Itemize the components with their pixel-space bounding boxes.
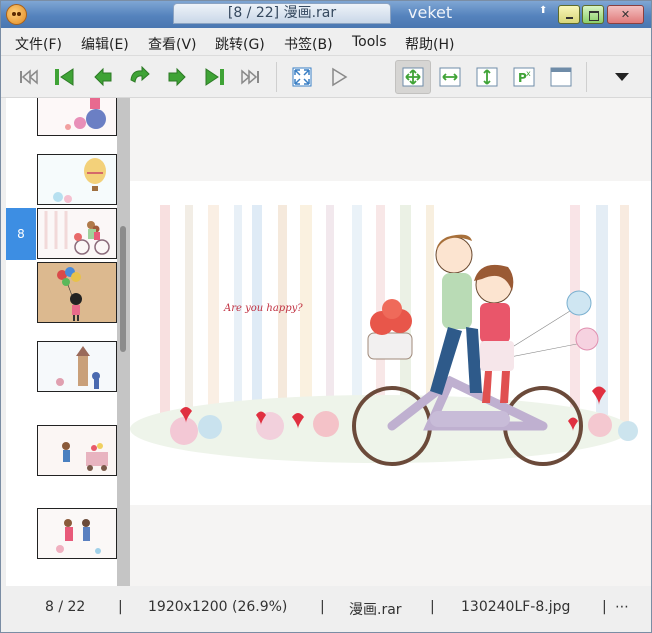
fit-width-icon [439, 67, 461, 87]
fit-height-icon [476, 67, 498, 87]
best-fit-button[interactable] [395, 60, 431, 94]
app-window: [8 / 22] 漫画.rar veket ⬆ 文件(F) 编辑(E) 查看(V… [0, 0, 652, 633]
thumbnail-image [37, 341, 117, 392]
thumbnail-sidebar[interactable]: 8 [6, 98, 130, 586]
fit-width-button[interactable] [434, 61, 466, 93]
title-bar[interactable]: [8 / 22] 漫画.rar veket ⬆ [1, 1, 651, 28]
menu-dropdown-icon [615, 73, 629, 81]
manual-zoom-icon: Px [513, 67, 535, 87]
status-archive-name: 漫画.rar [349, 602, 402, 618]
illustration-caption: Are you happy? [223, 303, 303, 314]
status-separator: | [118, 599, 123, 615]
status-bar: 8 / 22 | 1920x1200 (26.9%) | 漫画.rar | 13… [1, 588, 651, 632]
forward-button[interactable] [161, 61, 193, 93]
best-fit-icon [402, 67, 424, 87]
last-archive-icon [205, 68, 224, 86]
back-button[interactable] [87, 61, 119, 93]
fit-height-button[interactable] [471, 61, 503, 93]
thumbnail-item[interactable] [6, 341, 117, 393]
thumbnail-image [37, 508, 117, 559]
forward-icon [168, 67, 186, 87]
last-page-icon [241, 69, 259, 85]
fullscreen-icon [292, 67, 312, 87]
status-page-counter: 8 / 22 [45, 599, 86, 615]
manual-zoom-button[interactable]: Px [508, 61, 540, 93]
menu-bookmarks[interactable]: 书签(B) [284, 34, 333, 54]
image-viewer[interactable]: Are you happy? [130, 98, 651, 586]
menu-help[interactable]: 帮助(H) [405, 34, 454, 54]
menu-go[interactable]: 跳转(G) [215, 34, 265, 54]
menu-edit[interactable]: 编辑(E) [81, 34, 129, 54]
thumbnail-item[interactable] [6, 508, 117, 560]
thumbnail-item[interactable] [6, 154, 117, 206]
last-archive-button[interactable] [198, 61, 230, 93]
status-filename: 130240LF-8.jpg [461, 599, 571, 615]
sidebar-scrollbar-thumb[interactable] [120, 226, 126, 352]
toolbar-separator [276, 62, 277, 92]
page-image: Are you happy? [130, 181, 651, 505]
svg-text:x: x [526, 69, 531, 78]
shade-up-icon[interactable]: ⬆ [539, 5, 547, 16]
status-separator: | [602, 599, 607, 615]
fullscreen-button[interactable] [286, 61, 318, 93]
status-more[interactable]: ⋯ [615, 599, 629, 615]
back-icon [94, 67, 112, 87]
thumbnail-item[interactable] [6, 425, 117, 477]
thumbnail-item[interactable] [6, 98, 117, 138]
toolbar-separator [586, 62, 587, 92]
close-button[interactable] [607, 5, 644, 24]
app-name: veket [408, 3, 453, 22]
slideshow-button[interactable] [323, 61, 355, 93]
first-page-button[interactable] [13, 61, 45, 93]
thumbnail-image [37, 425, 117, 476]
maximize-button[interactable] [582, 5, 604, 24]
double-page-button[interactable] [545, 61, 577, 93]
menu-file[interactable]: 文件(F) [15, 34, 62, 54]
rotate-button[interactable] [124, 61, 156, 93]
first-archive-button[interactable] [49, 61, 81, 93]
first-page-icon [20, 69, 38, 85]
toolbar: Px [1, 56, 651, 98]
thumbnail-page-number: 8 [6, 208, 36, 260]
window-title: [8 / 22] 漫画.rar [173, 3, 391, 24]
thumbnail-image [37, 262, 117, 323]
rotate-icon [130, 66, 150, 83]
page-illustration: Are you happy? [130, 181, 651, 505]
thumbnail-image [37, 208, 117, 259]
status-separator: | [430, 599, 435, 615]
toolbar-overflow-button[interactable] [606, 61, 638, 93]
first-archive-icon [55, 68, 74, 86]
slideshow-icon [332, 67, 348, 87]
app-logo-icon[interactable] [6, 4, 27, 25]
menu-bar: 文件(F) 编辑(E) 查看(V) 跳转(G) 书签(B) Tools 帮助(H… [1, 28, 651, 56]
thumbnail-image [37, 154, 117, 205]
status-resolution: 1920x1200 (26.9%) [148, 599, 288, 615]
thumbnail-item-selected[interactable]: 8 [6, 208, 117, 260]
status-separator: | [320, 599, 325, 615]
menu-tools[interactable]: Tools [352, 34, 387, 50]
thumbnail-item[interactable] [6, 262, 117, 324]
minimize-button[interactable] [558, 5, 580, 24]
thumbnail-image [37, 98, 117, 136]
double-page-icon [550, 67, 572, 87]
menu-view[interactable]: 查看(V) [148, 34, 197, 54]
last-page-button[interactable] [234, 61, 266, 93]
